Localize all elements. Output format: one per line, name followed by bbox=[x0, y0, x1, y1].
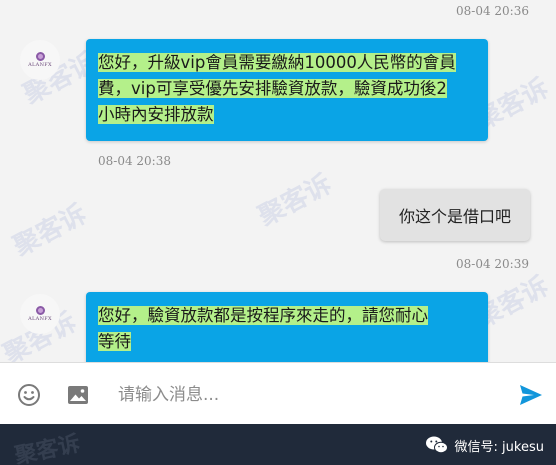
watermark: 聚客诉 bbox=[253, 169, 337, 233]
message-timestamp: 08-04 20:36 bbox=[456, 4, 529, 18]
footer-banner: 聚客诉 微信号: jukesu bbox=[0, 424, 556, 465]
wechat-icon bbox=[425, 436, 448, 454]
message-text: 您好，升級vip會員需要繳納10000人民幣的會員 費，vip可享受優先安排驗資… bbox=[98, 50, 478, 128]
logo-icon bbox=[35, 52, 45, 61]
watermark: 聚客诉 bbox=[8, 199, 92, 263]
send-icon[interactable] bbox=[518, 383, 544, 407]
message-line: 您好，升級vip會員需要繳納10000人民幣的會員 bbox=[98, 53, 456, 72]
agent-avatar[interactable]: ALANFX bbox=[20, 40, 60, 80]
message-input-bar bbox=[0, 362, 556, 424]
message-time: 08-04 20:38 bbox=[98, 154, 171, 168]
incoming-message-bubble[interactable]: 您好，升級vip會員需要繳納10000人民幣的會員 費，vip可享受優先安排驗資… bbox=[86, 39, 488, 141]
message-line: 費，vip可享受優先安排驗資放款，驗資成功後2 bbox=[98, 79, 447, 98]
message-line: 等待 bbox=[98, 332, 131, 351]
message-input[interactable] bbox=[118, 379, 488, 411]
message-text: 你这个是借口吧 bbox=[398, 207, 511, 226]
outgoing-message-bubble[interactable]: 你这个是借口吧 bbox=[380, 189, 530, 241]
wechat-id-label: 微信号: jukesu bbox=[454, 439, 544, 455]
image-icon[interactable] bbox=[66, 383, 90, 407]
emoji-icon[interactable] bbox=[17, 383, 41, 407]
logo-icon bbox=[35, 306, 45, 315]
watermark: 聚客诉 bbox=[12, 431, 83, 465]
wechat-account: 微信号: jukesu bbox=[425, 435, 544, 455]
agent-avatar[interactable]: ALANFX bbox=[20, 294, 60, 334]
chat-area: 聚客诉 聚客诉 聚客诉 聚客诉 聚客诉 聚客诉 聚客诉 08-04 20:36 … bbox=[0, 0, 556, 362]
message-line: 小時內安排放款 bbox=[98, 105, 214, 124]
message-text: 您好，驗資放款都是按程序來走的，請您耐心 等待 bbox=[98, 303, 478, 355]
incoming-message-bubble[interactable]: 您好，驗資放款都是按程序來走的，請您耐心 等待 bbox=[86, 292, 488, 362]
message-time: 08-04 20:39 bbox=[456, 257, 529, 271]
avatar-label: ALANFX bbox=[28, 62, 52, 68]
avatar-label: ALANFX bbox=[28, 316, 52, 322]
message-line: 您好，驗資放款都是按程序來走的，請您耐心 bbox=[98, 306, 428, 325]
